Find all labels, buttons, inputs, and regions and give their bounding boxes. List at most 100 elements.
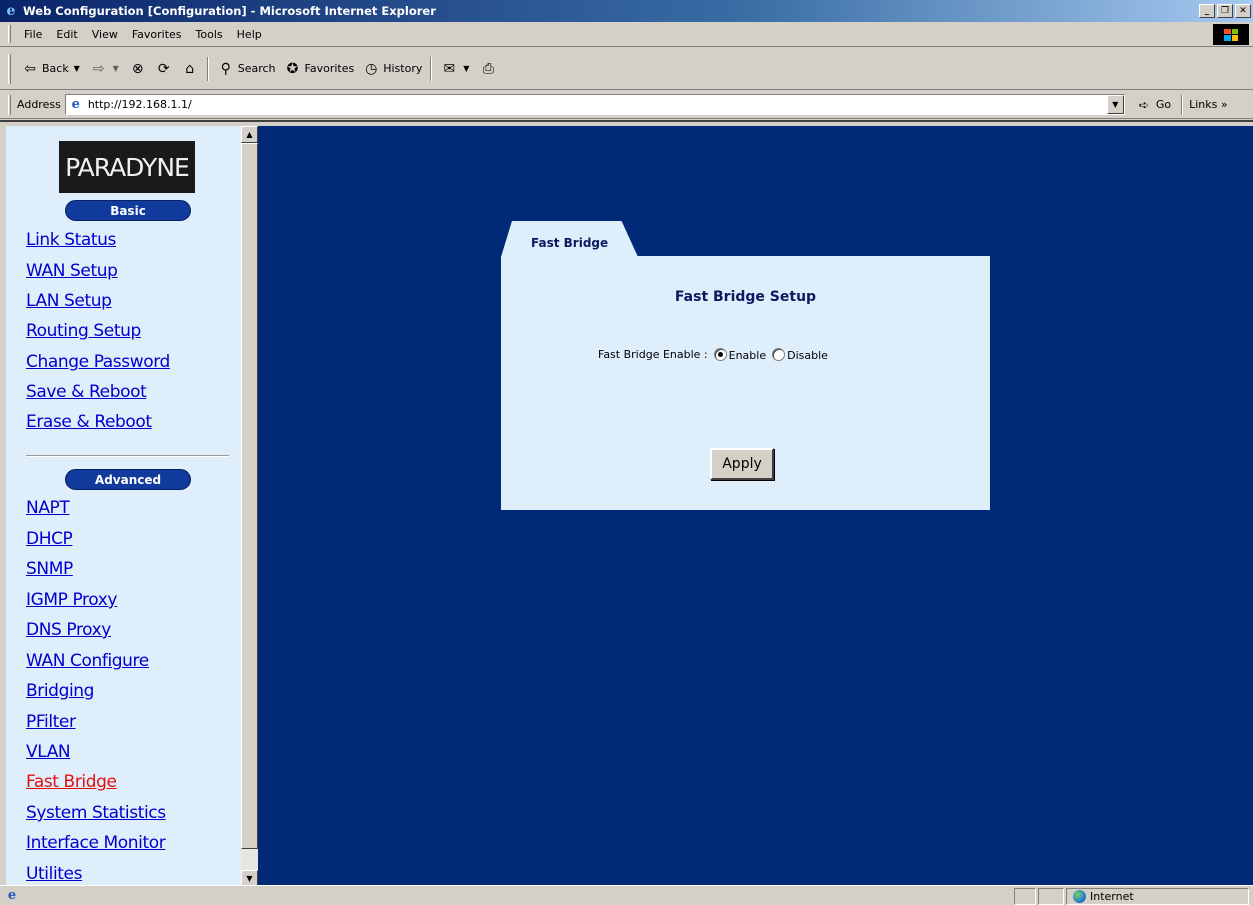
address-input[interactable]: e http://192.168.1.1/ ▼ [64,94,1125,115]
nav-interface-monitor[interactable]: Interface Monitor [26,833,166,853]
sidebar-frame: PARADYNE Basic Link Status WAN Setup LAN… [6,126,258,887]
links-separator [1181,94,1184,115]
windows-logo-icon [1213,24,1249,45]
menu-file[interactable]: File [17,28,49,41]
basic-section-header: Basic [65,200,191,221]
menu-tools[interactable]: Tools [189,28,230,41]
browser-content: PARADYNE Basic Link Status WAN Setup LAN… [0,120,1253,887]
close-button[interactable]: ✕ [1235,4,1251,18]
history-button[interactable]: ◷ History [358,60,426,78]
favorites-button[interactable]: ✪ Favorites [280,60,359,78]
toolbar-separator [430,56,433,81]
nav-pfilter[interactable]: PFilter [26,712,76,732]
forward-button[interactable]: ⇨ ▼ [86,60,125,78]
address-url[interactable]: http://192.168.1.1/ [88,98,192,111]
nav-change-password[interactable]: Change Password [26,352,170,372]
back-label: Back [42,62,69,75]
favorites-label: Favorites [304,62,355,75]
search-label: Search [237,62,276,75]
tab-fast-bridge: Fast Bridge [501,221,638,257]
status-cell [1038,888,1064,905]
nav-system-statistics[interactable]: System Statistics [26,803,166,823]
nav-routing-setup[interactable]: Routing Setup [26,321,141,341]
nav-wan-setup[interactable]: WAN Setup [26,261,118,281]
nav-napt[interactable]: NAPT [26,498,70,518]
address-dropdown-button[interactable]: ▼ [1106,95,1124,114]
ie-app-icon[interactable]: e [3,3,19,19]
enable-radio[interactable] [713,347,727,361]
stop-icon: ⊗ [131,60,144,77]
disable-radio[interactable] [772,347,786,361]
nav-lan-setup[interactable]: LAN Setup [26,291,112,311]
go-label: Go [1155,98,1172,111]
nav-vlan[interactable]: VLAN [26,742,71,762]
menu-edit[interactable]: Edit [49,28,84,41]
print-button[interactable]: ⎙ [475,60,501,78]
advanced-section-header: Advanced [65,469,191,490]
status-bar: e Internet [0,885,1253,905]
stop-button[interactable]: ⊗ [125,60,151,78]
go-button[interactable]: ➪ Go [1135,96,1171,114]
menubar-grip[interactable] [8,25,11,43]
page-icon: e [71,97,80,112]
home-button[interactable]: ⌂ [177,60,203,78]
apply-button[interactable]: Apply [710,448,774,480]
nav-bridging[interactable]: Bridging [26,681,94,701]
scrollbar-thumb[interactable] [241,143,258,849]
address-bar: Address e http://192.168.1.1/ ▼ ➪ Go Lin… [0,91,1253,119]
sidebar-divider [26,455,229,457]
mail-button[interactable]: ✉ ▼ [436,60,475,78]
sidebar-scrollbar[interactable]: ▲ ▼ [241,126,258,887]
minimize-button[interactable]: _ [1199,4,1215,18]
window-title: Web Configuration [Configuration] - Micr… [23,4,436,18]
forward-arrow-icon: ⇨ [92,60,105,77]
nav-fast-bridge[interactable]: Fast Bridge [26,772,117,792]
maximize-button[interactable]: ❐ [1217,4,1233,18]
nav-snmp[interactable]: SNMP [26,559,73,579]
window-controls: _ ❐ ✕ [1199,4,1251,18]
addressbar-grip[interactable] [8,94,11,115]
nav-utilites[interactable]: Utilites [26,864,82,884]
search-button[interactable]: ⚲ Search [213,60,280,78]
history-label: History [383,62,423,75]
page-status-icon: e [7,888,17,903]
nav-igmp-proxy[interactable]: IGMP Proxy [26,590,117,610]
refresh-icon: ⟳ [157,60,170,77]
address-label: Address [17,98,61,111]
nav-erase-reboot[interactable]: Erase & Reboot [26,412,152,432]
fast-bridge-enable-row: Fast Bridge Enable : Enable Disable [598,346,828,362]
menu-help[interactable]: Help [230,28,269,41]
refresh-button[interactable]: ⟳ [151,60,177,78]
links-button[interactable]: Links » [1189,98,1228,111]
chevron-down-icon: ▼ [112,64,119,73]
home-icon: ⌂ [185,60,195,77]
scroll-up-arrow-icon[interactable]: ▲ [241,126,258,143]
nav-save-reboot[interactable]: Save & Reboot [26,382,147,402]
nav-wan-configure[interactable]: WAN Configure [26,651,149,671]
menu-bar: File Edit View Favorites Tools Help [0,22,1253,47]
history-icon: ◷ [365,60,378,77]
internet-globe-icon [1073,890,1086,903]
toolbar-separator [206,56,209,81]
back-arrow-icon: ⇦ [24,60,36,77]
back-button[interactable]: ⇦ Back ▼ [17,60,86,78]
toolbar-grip[interactable] [8,53,11,84]
print-icon: ⎙ [482,60,494,77]
security-zone: Internet [1066,888,1249,905]
disable-radio-label[interactable]: Disable [787,349,828,362]
panel-title: Fast Bridge Setup [674,289,817,305]
nav-dhcp[interactable]: DHCP [26,529,73,549]
chevron-down-icon: ▼ [73,64,80,73]
menu-view[interactable]: View [85,28,125,41]
fast-bridge-panel: Fast Bridge Setup Fast Bridge Enable : E… [501,256,990,510]
window-titlebar[interactable]: e Web Configuration [Configuration] - Mi… [0,0,1253,22]
sidebar: PARADYNE Basic Link Status WAN Setup LAN… [6,126,240,887]
standard-toolbar: ⇦ Back ▼ ⇨ ▼ ⊗ ⟳ ⌂ ⚲ Search ✪ Favorites … [0,48,1253,90]
nav-link-status[interactable]: Link Status [26,230,116,250]
zone-label: Internet [1090,890,1134,903]
status-cell [1014,888,1036,905]
fast-bridge-enable-label: Fast Bridge Enable : [598,347,708,361]
enable-radio-label[interactable]: Enable [729,349,766,362]
menu-favorites[interactable]: Favorites [125,28,189,41]
nav-dns-proxy[interactable]: DNS Proxy [26,620,111,640]
